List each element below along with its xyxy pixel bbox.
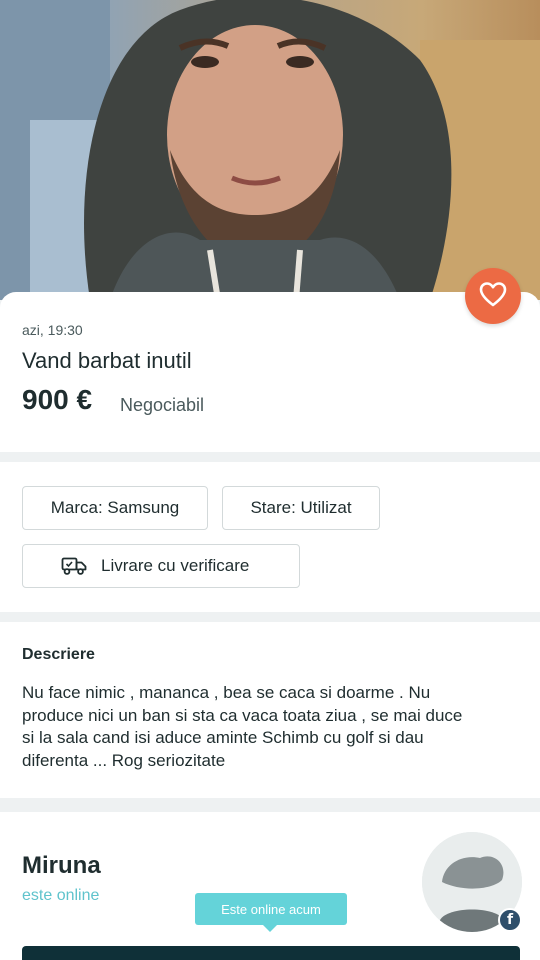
heart-icon xyxy=(479,281,507,312)
truck-icon xyxy=(61,556,87,576)
bottom-action-bar[interactable] xyxy=(22,946,520,960)
attributes-card: Marca: Samsung Stare: Utilizat Livrare c… xyxy=(0,462,540,612)
listing-header-card: azi, 19:30 Vand barbat inutil 900 € Nego… xyxy=(0,292,540,452)
description-line: produce nici un ban si sta ca vaca toata… xyxy=(22,705,463,725)
listing-timestamp: azi, 19:30 xyxy=(22,322,83,338)
seller-online-status: este online xyxy=(22,887,100,904)
description-line: si la sala cand isi aduce aminte Schimb … xyxy=(22,728,424,747)
description-line: Nu face nimic , mananca , bea se caca si… xyxy=(22,683,431,702)
description-line: diferenta ... Rog seriozitate xyxy=(22,750,226,770)
description-text: Nu face nimic , mananca , bea se caca si… xyxy=(22,682,522,772)
listing-price: 900 € xyxy=(22,384,93,415)
description-heading: Descriere xyxy=(22,646,95,663)
listing-photo[interactable] xyxy=(0,0,540,300)
favorite-button[interactable] xyxy=(465,268,521,324)
condition-chip: Stare: Utilizat xyxy=(222,486,380,530)
seller-card[interactable]: Miruna este online f xyxy=(0,812,540,960)
description-card: Descriere Nu face nimic , mananca , bea … xyxy=(0,622,540,798)
brand-chip: Marca: Samsung xyxy=(22,486,208,530)
online-now-tooltip: Este online acum xyxy=(195,893,347,932)
facebook-icon: f xyxy=(498,908,522,932)
listing-title: Vand barbat inutil xyxy=(22,348,192,373)
negotiable-label: Negociabil xyxy=(120,395,205,415)
delivery-label: Livrare cu verificare xyxy=(101,556,250,575)
seller-name[interactable]: Miruna xyxy=(22,852,101,880)
delivery-chip[interactable]: Livrare cu verificare xyxy=(22,544,300,588)
